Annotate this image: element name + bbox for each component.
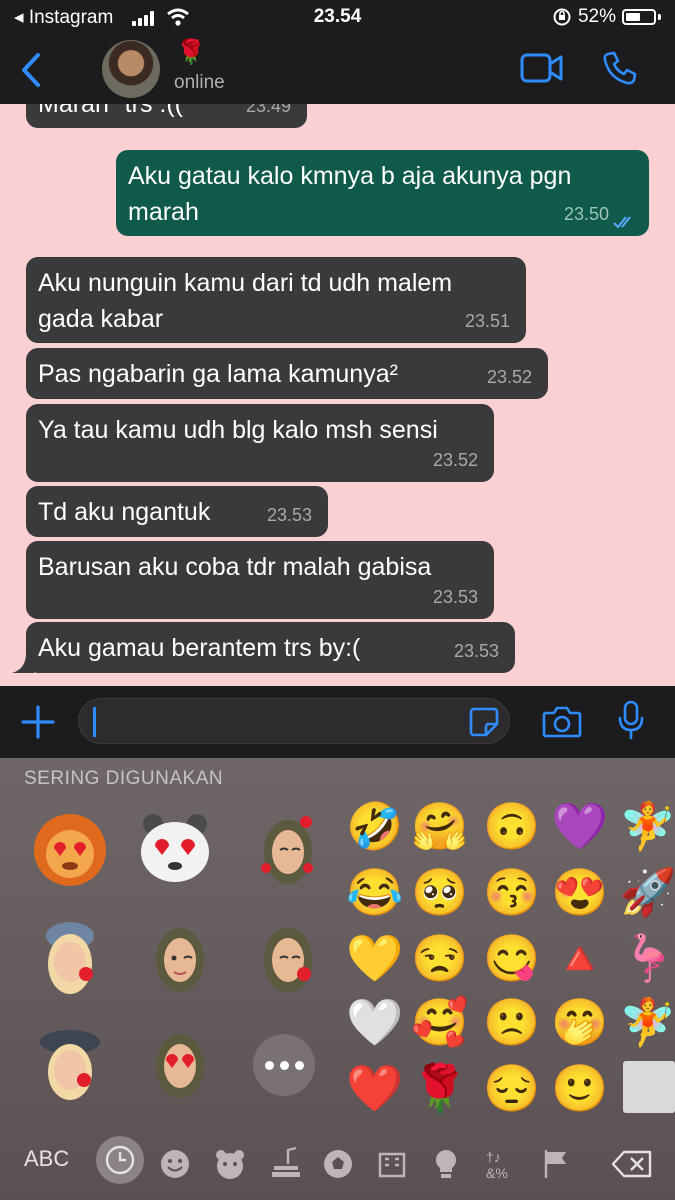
backspace-icon[interactable] [610, 1144, 654, 1184]
svg-text:&%: &% [486, 1165, 508, 1181]
contact-status: online [174, 72, 225, 93]
more-stickers-button[interactable] [253, 1034, 315, 1096]
message-in[interactable]: Td aku ngantuk 23.53 [26, 486, 328, 537]
chat-area[interactable]: Marah" trs :(( 23.49 Aku gatau kalo kmny… [0, 104, 675, 686]
battery-icon [622, 9, 656, 25]
emoji-key[interactable]: 😒 [410, 928, 470, 988]
memoji-hijab-wink-sticker[interactable] [140, 916, 220, 996]
emoji-key[interactable]: 🙃 [482, 796, 542, 856]
emoji-key[interactable]: 😔 [482, 1058, 542, 1118]
message-time: 23.53 [432, 587, 478, 607]
emoji-key[interactable]: 🧚 [618, 992, 675, 1052]
animal-icon[interactable] [210, 1144, 250, 1184]
message-time: 23.49 [245, 104, 291, 116]
message-text: Pas ngabarin ga lama kamunya² [38, 360, 398, 388]
message-time: 23.50 [563, 204, 609, 224]
message-out[interactable]: Aku gatau kalo kmnya b aja akunya pgn ma… [116, 150, 649, 236]
message-in[interactable]: Barusan aku coba tdr malah gabisa 23.53 [26, 541, 494, 619]
emoji-key[interactable]: 🌹 [410, 1058, 470, 1118]
chat-header: 🌹 online [0, 36, 675, 104]
emoji-key[interactable]: 🦩 [618, 928, 675, 988]
message-in[interactable]: Aku gamau berantem trs by:( 23.53 [26, 622, 515, 673]
emoji-key[interactable]: 💛 [345, 928, 405, 988]
svg-text:†♪: †♪ [486, 1149, 501, 1165]
lightbulb-icon[interactable] [426, 1144, 466, 1184]
memoji-lion-sticker[interactable] [30, 808, 110, 888]
emoji-key[interactable]: 😍 [550, 862, 610, 922]
emoji-key[interactable]: 🥺 [410, 862, 470, 922]
emoji-key[interactable]: 🤭 [550, 992, 610, 1052]
emoji-key[interactable]: ❤️ [345, 1058, 405, 1118]
bubble-tail [12, 653, 34, 673]
keyboard-category-bar: ABC †♪ &% [0, 1130, 675, 1200]
message-input[interactable] [78, 698, 510, 744]
message-time: 23.52 [486, 367, 532, 387]
message-text: Aku gatau kalo kmnya b aja akunya pgn ma… [128, 162, 572, 226]
clock-icon[interactable] [100, 1140, 140, 1180]
message-text: Ya tau kamu udh blg kalo msh sensi [38, 416, 438, 444]
message-in[interactable]: Pas ngabarin ga lama kamunya² 23.52 [26, 348, 548, 399]
memoji-hijab-kiss-sticker[interactable] [248, 916, 328, 996]
video-call-icon[interactable] [520, 52, 564, 84]
text-caret [93, 707, 96, 737]
emoji-key[interactable]: 🙂 [550, 1058, 610, 1118]
status-right: 52% [552, 6, 661, 28]
microphone-icon[interactable] [616, 700, 646, 740]
memoji-hijab-hearts-sticker[interactable] [248, 808, 328, 888]
travel-icon[interactable] [372, 1144, 412, 1184]
message-text: Aku gamau berantem trs by:( [38, 634, 361, 662]
emoji-key[interactable]: 🚀 [618, 862, 675, 922]
contact-name[interactable]: 🌹 [176, 38, 206, 67]
sticker-icon[interactable] [468, 706, 500, 738]
input-bar [0, 686, 675, 758]
message-text: Marah" trs :(( [38, 104, 183, 118]
sports-icon[interactable] [318, 1144, 358, 1184]
emoji-keyboard: SERING DIGUNAKAN 🤣 🤗 🙃 💜 🧚 😂 🥺 😚 😍 🚀 💛 😒… [0, 758, 675, 1200]
food-icon[interactable] [266, 1144, 306, 1184]
emoji-key[interactable]: 🙁 [482, 992, 542, 1052]
emoji-key[interactable]: 🤣 [345, 796, 405, 856]
emoji-key[interactable]: 😚 [482, 862, 542, 922]
battery-percent: 52% [577, 6, 616, 27]
memoji-blonde-wink-sticker[interactable] [30, 916, 110, 996]
memoji-panda-sticker[interactable] [135, 808, 215, 888]
message-text: Td aku ngantuk [38, 498, 211, 526]
emoji-key[interactable]: 😂 [345, 862, 405, 922]
message-in[interactable]: Aku nunguin kamu dari td udh malem gada … [26, 257, 526, 343]
memoji-beret-kiss-sticker[interactable] [30, 1022, 110, 1102]
blank-emoji-tile [623, 1061, 675, 1113]
status-bar: ◂ Instagram 23.54 52% [0, 0, 675, 36]
message-time: 23.53 [453, 641, 499, 661]
emoji-key[interactable]: 🧚 [618, 796, 675, 856]
symbols-icon[interactable]: †♪ &% [480, 1144, 520, 1184]
emoji-key[interactable]: 🤗 [410, 796, 470, 856]
message-in[interactable]: Marah" trs :(( 23.49 [26, 104, 307, 128]
message-text: Barusan aku coba tdr malah gabisa [38, 553, 432, 581]
message-text: Aku nunguin kamu dari td udh malem gada … [38, 269, 453, 333]
emoji-key[interactable]: 💜 [550, 796, 610, 856]
contact-avatar[interactable] [102, 40, 160, 98]
emoji-key[interactable]: 🤍 [345, 992, 405, 1052]
camera-icon[interactable] [542, 704, 582, 738]
rotation-lock-icon [553, 8, 571, 26]
emoji-key[interactable]: 🔺 [550, 928, 610, 988]
section-title: SERING DIGUNAKAN [24, 768, 224, 789]
emoji-key[interactable]: 😋 [482, 928, 542, 988]
message-time: 23.52 [432, 450, 478, 470]
abc-button[interactable]: ABC [24, 1146, 69, 1172]
back-chevron-icon[interactable] [18, 52, 44, 88]
emoji-key[interactable]: 🥰 [410, 992, 470, 1052]
message-time: 23.51 [464, 311, 510, 331]
memoji-hijab-heart-eyes-sticker[interactable] [140, 1022, 220, 1102]
flag-icon[interactable] [536, 1144, 576, 1184]
smiley-icon[interactable] [155, 1144, 195, 1184]
read-receipt-icon [613, 216, 631, 229]
message-in[interactable]: Ya tau kamu udh blg kalo msh sensi 23.52 [26, 404, 494, 482]
plus-icon[interactable] [20, 704, 56, 740]
message-time: 23.53 [266, 505, 312, 525]
battery-tip [658, 14, 661, 20]
voice-call-icon[interactable] [602, 50, 638, 86]
